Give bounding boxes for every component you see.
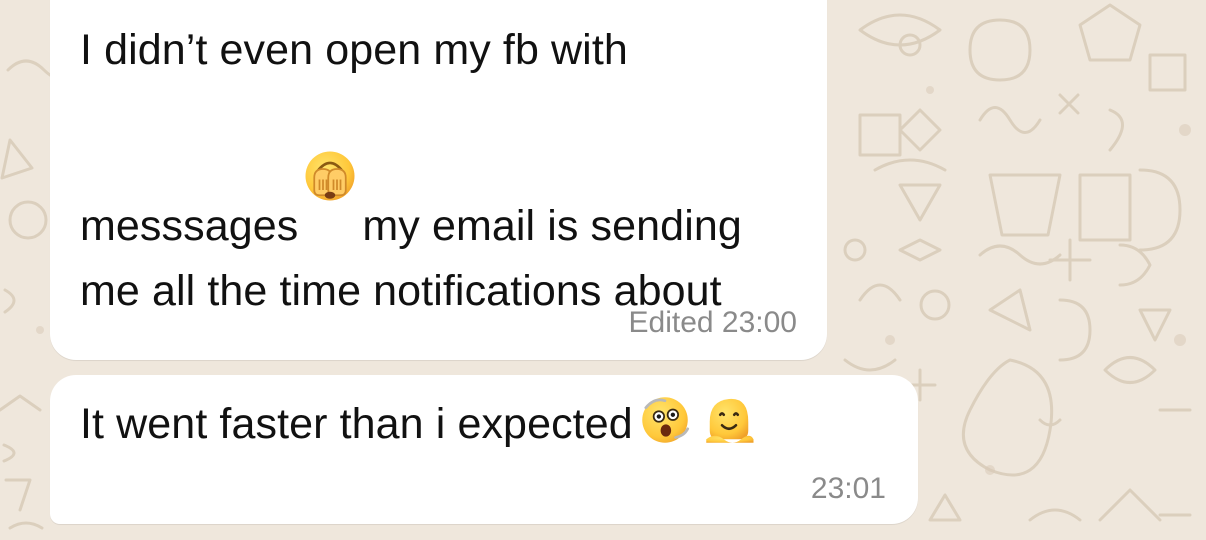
message-meta: 23:01 <box>811 474 886 504</box>
melting-face-icon-svg <box>706 398 754 443</box>
message-time: 23:01 <box>810 472 886 505</box>
message-bubble[interactable]: It went faster than i expected 23:01 <box>50 375 918 524</box>
message-time: 23:00 <box>721 306 797 339</box>
bubble-tail <box>80 488 114 508</box>
see-no-evil-face-icon <box>302 83 358 201</box>
message-text-part: It went faster than i expected <box>80 400 633 448</box>
message-text: It went faster than i expected <box>80 392 898 457</box>
see-no-evil-face-icon-svg <box>305 151 355 201</box>
message-bubble[interactable]: I didn’t even open my fb with messsages <box>50 0 827 491</box>
dizzy-face-icon <box>637 392 693 448</box>
dizzy-face-icon-svg <box>642 397 689 443</box>
edited-label: Edited <box>628 306 714 339</box>
message-meta: Edited 23:00 <box>629 308 798 338</box>
melting-face-icon <box>701 392 757 448</box>
screaming-in-fear-face-icon <box>348 324 404 441</box>
